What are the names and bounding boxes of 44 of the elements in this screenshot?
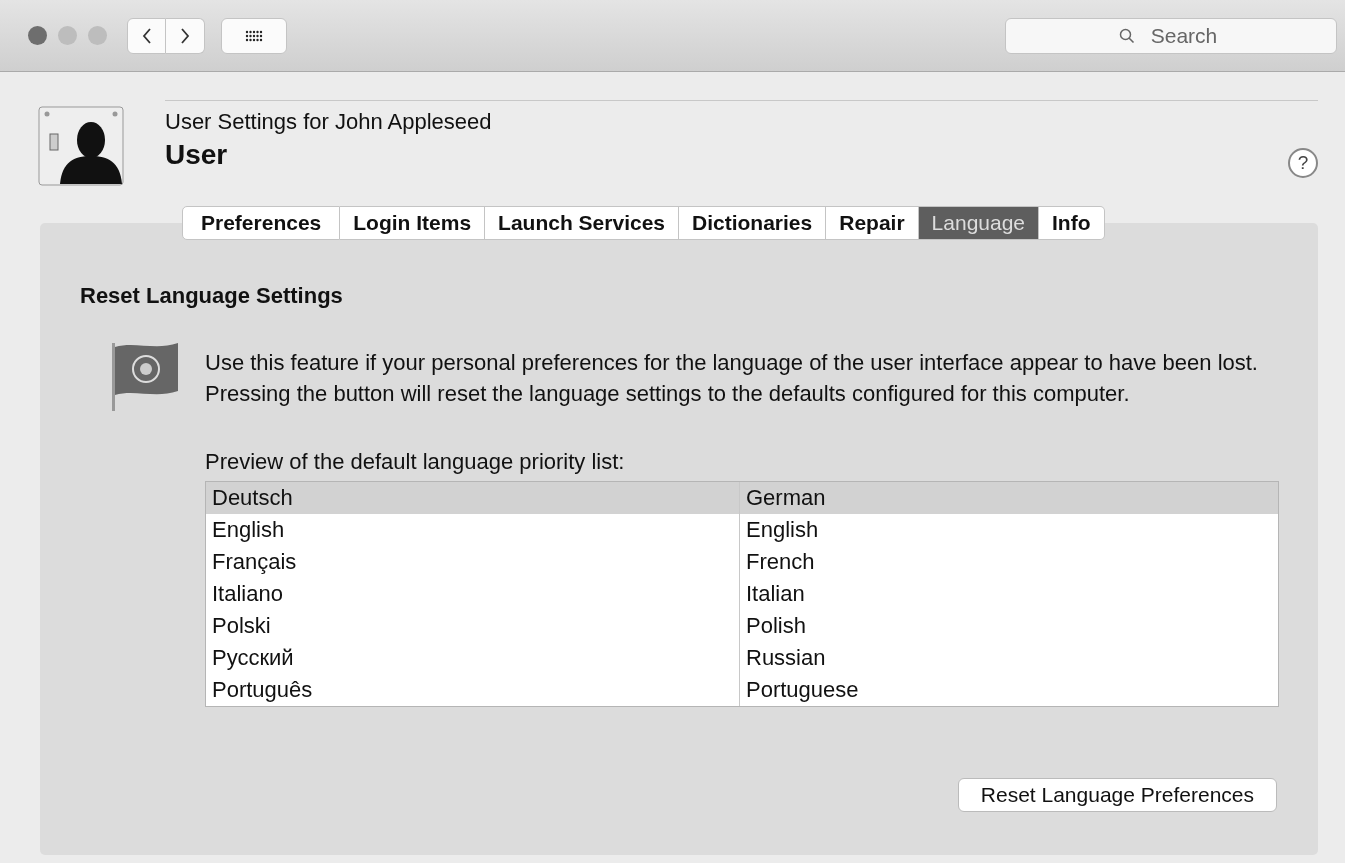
forward-button[interactable]: [166, 17, 205, 54]
show-all-button[interactable]: [221, 17, 287, 54]
back-button[interactable]: [127, 17, 166, 54]
help-button[interactable]: ?: [1288, 148, 1318, 178]
tab[interactable]: Launch Services: [485, 206, 679, 240]
subtitle: User Settings for John Appleseed: [165, 109, 492, 135]
table-cell-text: Portuguese: [745, 677, 859, 703]
grid-icon: [245, 29, 263, 42]
description: Use this feature if your personal preferences for the language of the user interface appear to have been lost. Pressing the button will reset the language settings to the defaults configured for this computer.: [205, 349, 1259, 408]
table-cell-text: French: [745, 549, 815, 575]
tab[interactable]: Dictionaries: [679, 206, 827, 240]
table-cell: English: [206, 514, 740, 546]
reset-button[interactable]: Reset Language Preferences: [957, 778, 1277, 812]
tab[interactable]: Repair: [826, 206, 919, 240]
preview-label: Preview of the default language priority list:: [205, 449, 625, 475]
search-icon: [1119, 27, 1135, 44]
pane-title: User: [165, 139, 228, 171]
table-row[interactable]: Italiano Italian: [206, 578, 1278, 610]
flag-icon: [110, 341, 180, 413]
table-cell: Français: [206, 546, 740, 578]
tab[interactable]: Login Items: [340, 206, 486, 240]
table-cell: Português: [206, 674, 740, 706]
table-row[interactable]: Deutsch German: [206, 482, 1278, 514]
table-row[interactable]: Русский Russian: [206, 642, 1278, 674]
tab[interactable]: Preferences: [182, 206, 341, 240]
table-cell-text: English: [745, 517, 819, 543]
table-row[interactable]: Português Portuguese: [206, 674, 1278, 706]
table-cell-text: Russian: [745, 645, 826, 671]
user-silhouette-icon: [38, 106, 124, 186]
search-field[interactable]: Search: [1005, 17, 1337, 54]
section-title: Reset Language Settings: [80, 283, 343, 309]
table-cell: Deutsch: [206, 482, 740, 514]
table-row[interactable]: Polski Polish: [206, 610, 1278, 642]
table-cell-text: Polish: [745, 613, 806, 639]
table-cell: Русский: [206, 642, 740, 674]
table-cell: Polski: [206, 610, 740, 642]
close-button[interactable]: [28, 26, 47, 45]
tab[interactable]: Info: [1039, 206, 1105, 240]
tab[interactable]: Language: [918, 206, 1040, 240]
table-row[interactable]: Français French: [206, 546, 1278, 578]
table-cell-text: German: [745, 485, 826, 511]
table-cell-text: Italian: [745, 581, 805, 607]
table-row[interactable]: English English: [206, 514, 1278, 546]
table-cell: Italiano: [206, 578, 740, 610]
